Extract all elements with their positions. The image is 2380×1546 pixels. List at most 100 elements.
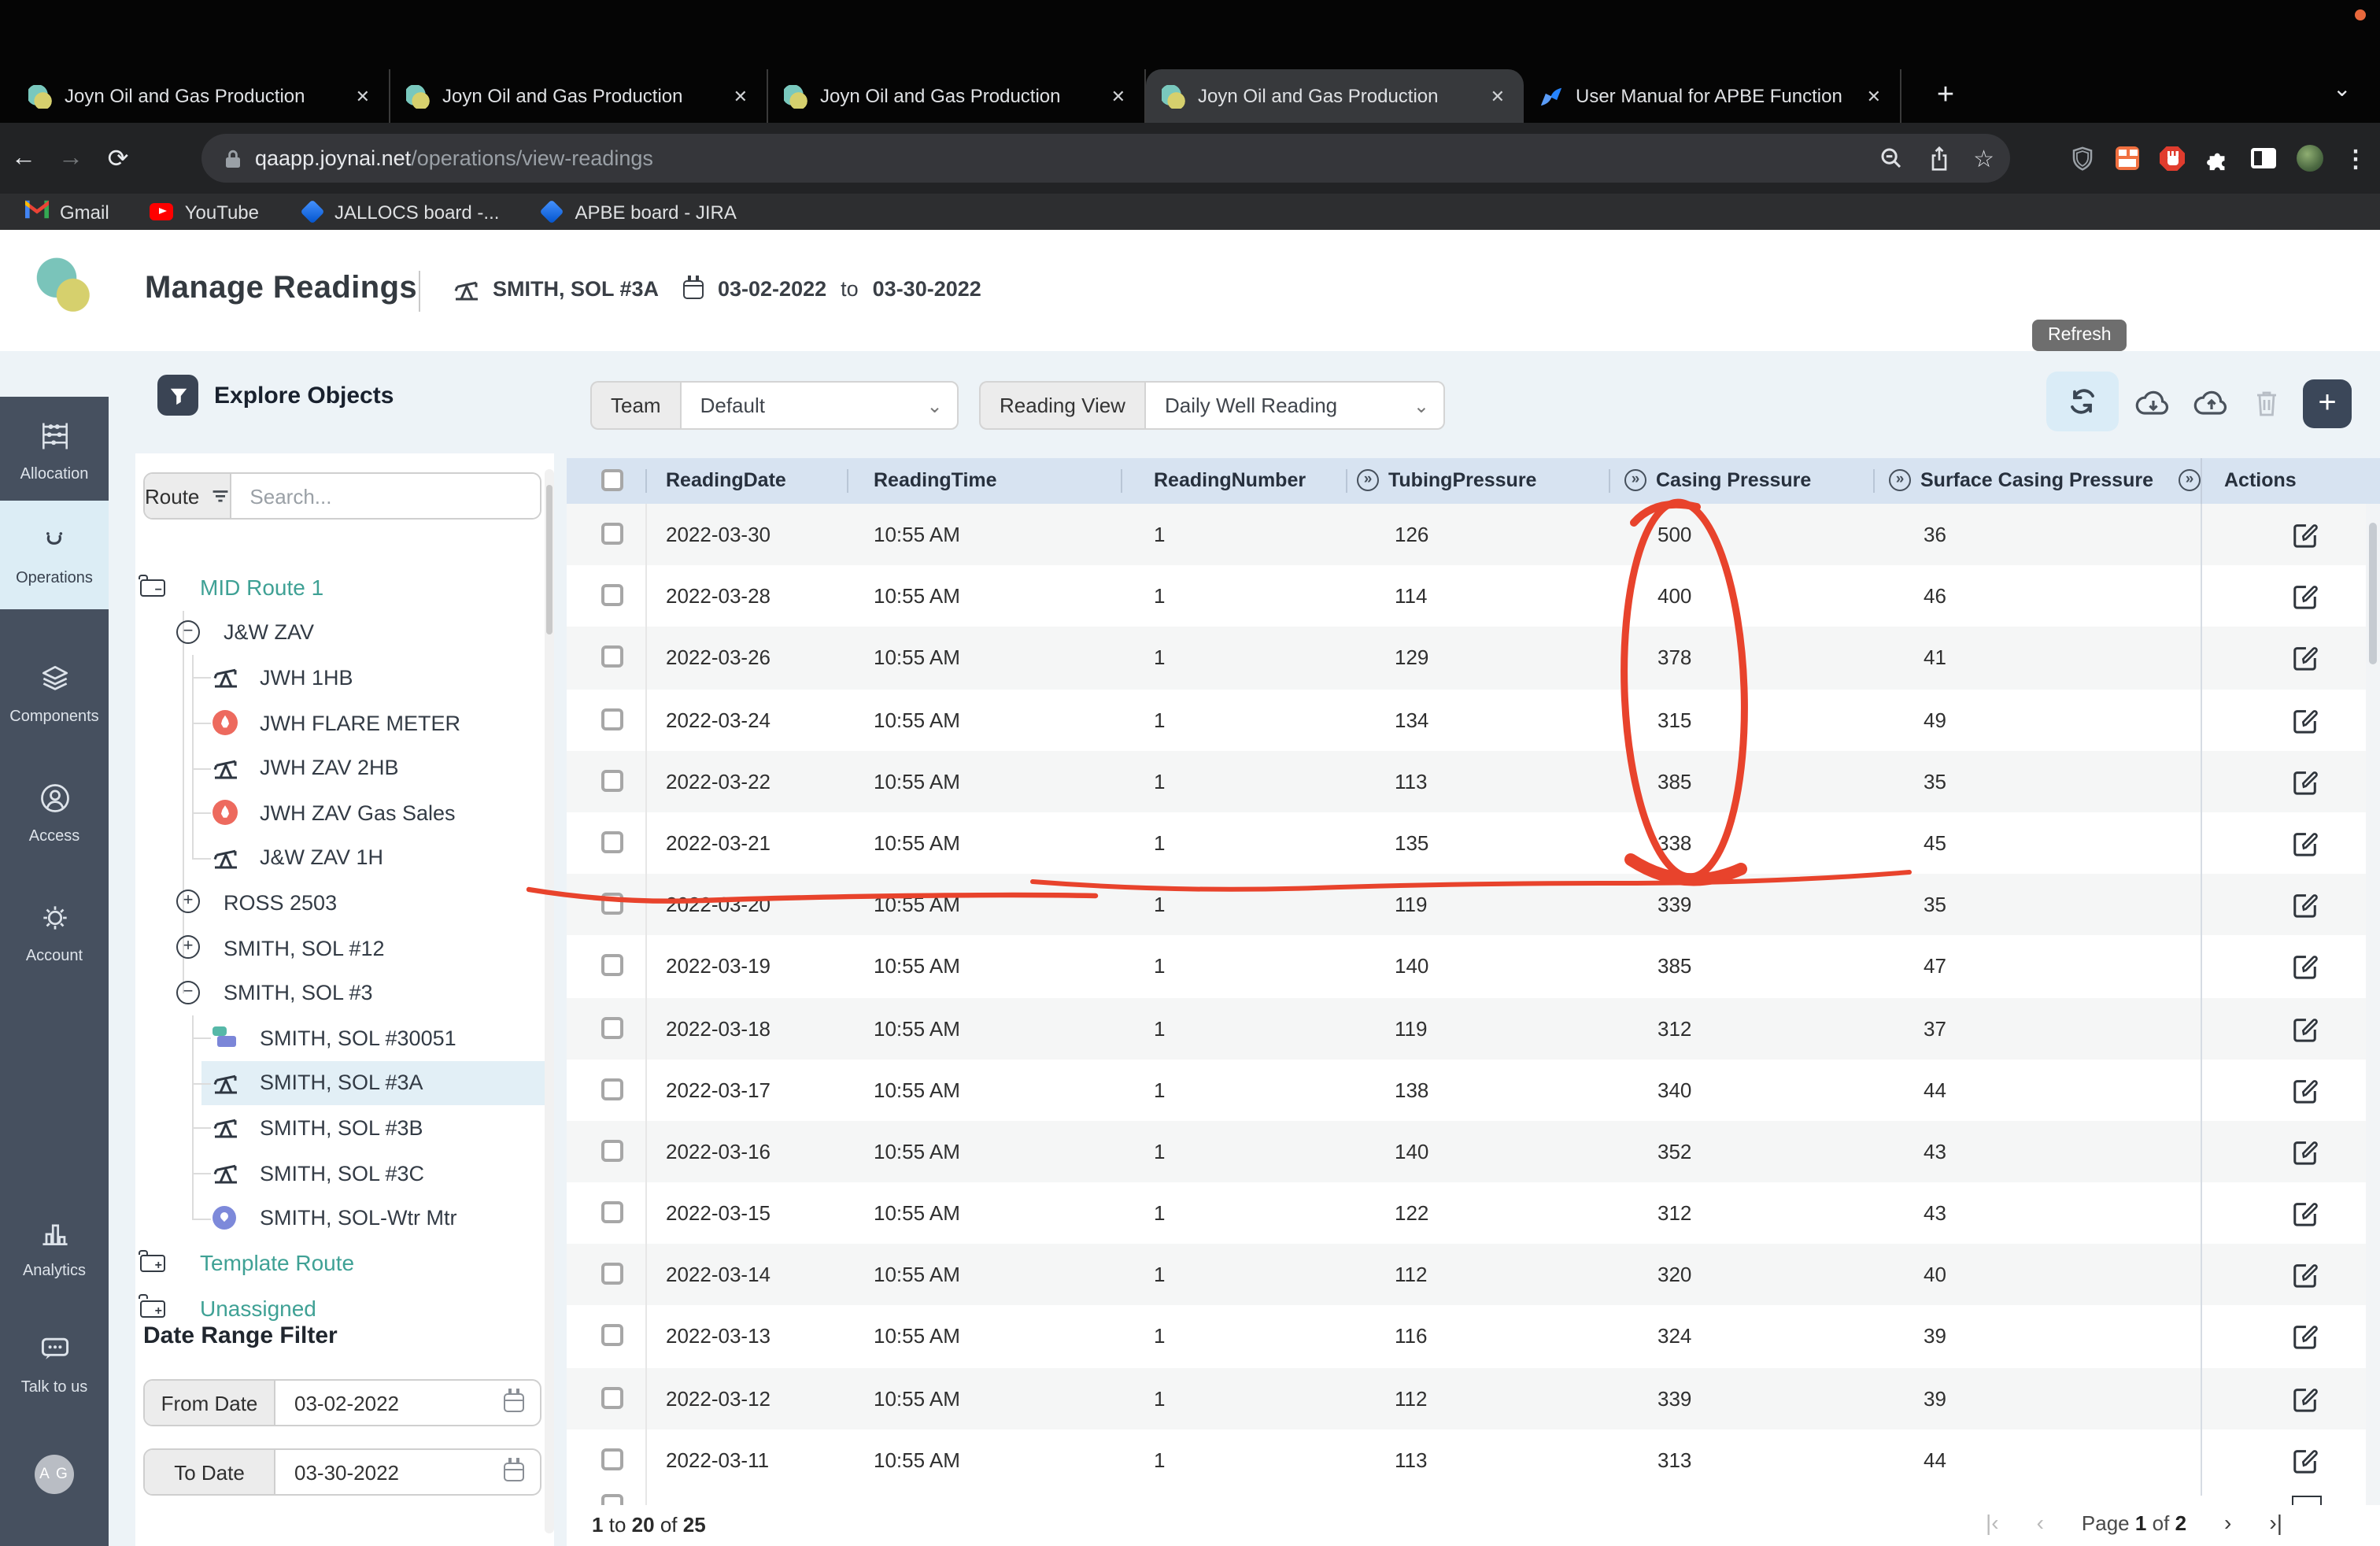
tree-item-icon[interactable]: − + <box>140 1250 168 1275</box>
tree-item[interactable]: − + ROSS 2503 <box>135 880 554 925</box>
collapse-icon[interactable]: − <box>176 620 200 644</box>
edit-row-button[interactable] <box>2292 583 2319 609</box>
browser-tab[interactable]: User Manual for APBE Function ✕ <box>1524 69 1901 123</box>
browser-tab[interactable]: Joyn Oil and Gas Production ✕ <box>1146 69 1524 123</box>
reload-icon[interactable]: ⟳ <box>94 142 142 174</box>
reading-view-select[interactable]: Daily Well Reading ⌄ <box>1144 381 1445 430</box>
table-row[interactable]: 2022-03-13 10:55 AM 1 116 324 39 <box>567 1306 2380 1367</box>
team-select[interactable]: Default ⌄ <box>680 381 959 430</box>
back-icon[interactable]: ← <box>0 144 47 172</box>
row-checkbox[interactable] <box>601 708 623 730</box>
edit-row-button[interactable] <box>2292 768 2319 795</box>
table-row[interactable]: 2022-03-15 10:55 AM 1 122 312 43 <box>567 1182 2380 1244</box>
table-scrollbar-thumb[interactable] <box>2369 523 2377 664</box>
select-all-checkbox[interactable] <box>601 469 623 491</box>
row-checkbox[interactable] <box>601 1263 623 1285</box>
tree-item[interactable]: − + SMITH, SOL #3A <box>135 1060 554 1105</box>
table-scrollbar[interactable] <box>2366 504 2380 1505</box>
bookmark-star-icon[interactable]: ☆ <box>1973 144 1994 172</box>
bookmark-item[interactable]: JALLOCS board -... <box>300 200 499 224</box>
column-header-surfacecasingpressure[interactable]: Surface Casing Pressure <box>1920 458 2153 504</box>
tree-item-icon[interactable]: − + <box>213 845 241 871</box>
table-row[interactable]: 2022-03-11 10:55 AM 1 113 313 44 <box>567 1429 2380 1491</box>
row-checkbox[interactable] <box>601 893 623 915</box>
tree-item[interactable]: − + Template Route <box>135 1241 554 1285</box>
tree-item-icon[interactable]: − + <box>176 980 205 1005</box>
url-bar[interactable]: qaapp.joynai.net/operations/view-reading… <box>201 134 2010 183</box>
browser-tab[interactable]: Joyn Oil and Gas Production ✕ <box>768 69 1146 123</box>
tab-close-icon[interactable]: ✕ <box>353 86 373 106</box>
tree-item-icon[interactable]: − + <box>213 755 241 780</box>
add-reading-button[interactable]: + <box>2303 379 2352 428</box>
table-row[interactable]: 2022-03-20 10:55 AM 1 119 339 35 <box>567 874 2380 935</box>
edit-row-button[interactable] <box>2292 1076 2319 1103</box>
share-icon[interactable] <box>1926 146 1951 171</box>
row-checkbox[interactable] <box>601 770 623 792</box>
calendar-icon[interactable] <box>504 1393 524 1412</box>
tree-item-icon[interactable]: − + <box>213 1160 241 1185</box>
table-row[interactable]: 2022-03-24 10:55 AM 1 134 315 49 <box>567 689 2380 750</box>
previous-page-button[interactable]: ‹ <box>2037 1510 2044 1535</box>
next-page-button[interactable]: › <box>2224 1510 2231 1535</box>
table-row[interactable]: 2022-03-26 10:55 AM 1 129 378 41 <box>567 627 2380 689</box>
row-checkbox[interactable] <box>601 646 623 668</box>
edit-row-button[interactable] <box>2292 1496 2322 1505</box>
tree-item[interactable]: − + MID Route 1 <box>135 565 554 610</box>
row-checkbox[interactable] <box>601 584 623 606</box>
browser-tab[interactable]: Joyn Oil and Gas Production ✕ <box>13 69 390 123</box>
sidebar-item-account[interactable]: Account <box>0 901 109 965</box>
tree-item-icon[interactable]: − + <box>213 1071 241 1096</box>
tab-list-chevron-icon[interactable]: ⌄ <box>2333 76 2351 102</box>
refresh-button[interactable] <box>2046 372 2119 431</box>
tree-scrollbar-thumb[interactable] <box>546 485 552 634</box>
tree-item[interactable]: − + JWH FLARE METER <box>135 701 554 745</box>
tree-scrollbar[interactable] <box>545 469 554 1533</box>
to-date-value[interactable]: 03-30-2022 <box>275 1450 540 1494</box>
tree-item[interactable]: − + SMITH, SOL #3C <box>135 1150 554 1195</box>
collapse-icon[interactable]: − <box>176 980 200 1004</box>
tree-item-icon[interactable]: − + <box>213 801 241 826</box>
adblock-icon[interactable] <box>2160 146 2185 171</box>
tab-close-icon[interactable]: ✕ <box>1108 86 1129 106</box>
table-row[interactable]: 2022-03-12 10:55 AM 1 112 339 39 <box>567 1367 2380 1429</box>
sidebar-item-talk-to-us[interactable]: Talk to us <box>0 1332 109 1396</box>
column-header-casingpressure[interactable]: Casing Pressure <box>1656 458 1811 504</box>
edit-row-button[interactable] <box>2292 645 2319 671</box>
tree-item-icon[interactable]: − + <box>176 890 205 915</box>
tree-item-icon[interactable]: − + <box>140 575 168 601</box>
sidebar-item-analytics[interactable]: Analytics <box>0 1215 109 1280</box>
row-checkbox[interactable] <box>601 1016 623 1038</box>
forward-icon[interactable]: → <box>47 144 94 172</box>
shield-extension-icon[interactable] <box>2070 146 2095 171</box>
row-checkbox[interactable] <box>601 1078 623 1100</box>
table-row[interactable]: 2022-03-18 10:55 AM 1 119 312 37 <box>567 997 2380 1059</box>
header-date-range[interactable]: 03-02-2022 to 03-30-2022 <box>683 277 981 301</box>
row-checkbox[interactable] <box>601 1448 623 1470</box>
column-header-readingtime[interactable]: ReadingTime <box>874 458 997 504</box>
route-filter-button[interactable]: Route <box>145 474 231 518</box>
table-row[interactable]: 2022-03-14 10:55 AM 1 112 320 40 <box>567 1245 2380 1306</box>
download-button[interactable] <box>2134 387 2172 419</box>
sidebar-item-allocation[interactable]: Allocation <box>0 419 109 483</box>
column-header-readingnumber[interactable]: ReadingNumber <box>1154 458 1306 504</box>
tree-item[interactable]: − + JWH 1HB <box>135 655 554 700</box>
browser-tab[interactable]: Joyn Oil and Gas Production ✕ <box>390 69 768 123</box>
tree-item-icon[interactable]: − + <box>213 1115 241 1141</box>
table-row[interactable]: 2022-03-16 10:55 AM 1 140 352 43 <box>567 1121 2380 1182</box>
tab-close-icon[interactable]: ✕ <box>1864 86 1884 106</box>
table-row[interactable]: 2022-03-21 10:55 AM 1 135 338 45 <box>567 812 2380 874</box>
tree-item-icon[interactable]: − + <box>213 1025 241 1050</box>
upload-button[interactable] <box>2193 387 2230 419</box>
tree-item[interactable]: − + JWH ZAV 2HB <box>135 745 554 790</box>
calendar-icon[interactable] <box>504 1463 524 1481</box>
row-checkbox[interactable] <box>601 1201 623 1223</box>
tree-item[interactable]: − + J&W ZAV <box>135 610 554 655</box>
search-input[interactable] <box>231 474 541 518</box>
expand-icon[interactable]: + <box>176 890 200 914</box>
column-header-readingdate[interactable]: ReadingDate <box>666 458 786 504</box>
edit-row-button[interactable] <box>2292 891 2319 918</box>
edit-row-button[interactable] <box>2292 706 2319 733</box>
tree-item-icon[interactable]: − + <box>213 1205 241 1230</box>
browser-profile-avatar[interactable] <box>2297 145 2323 172</box>
row-checkbox[interactable] <box>601 831 623 853</box>
